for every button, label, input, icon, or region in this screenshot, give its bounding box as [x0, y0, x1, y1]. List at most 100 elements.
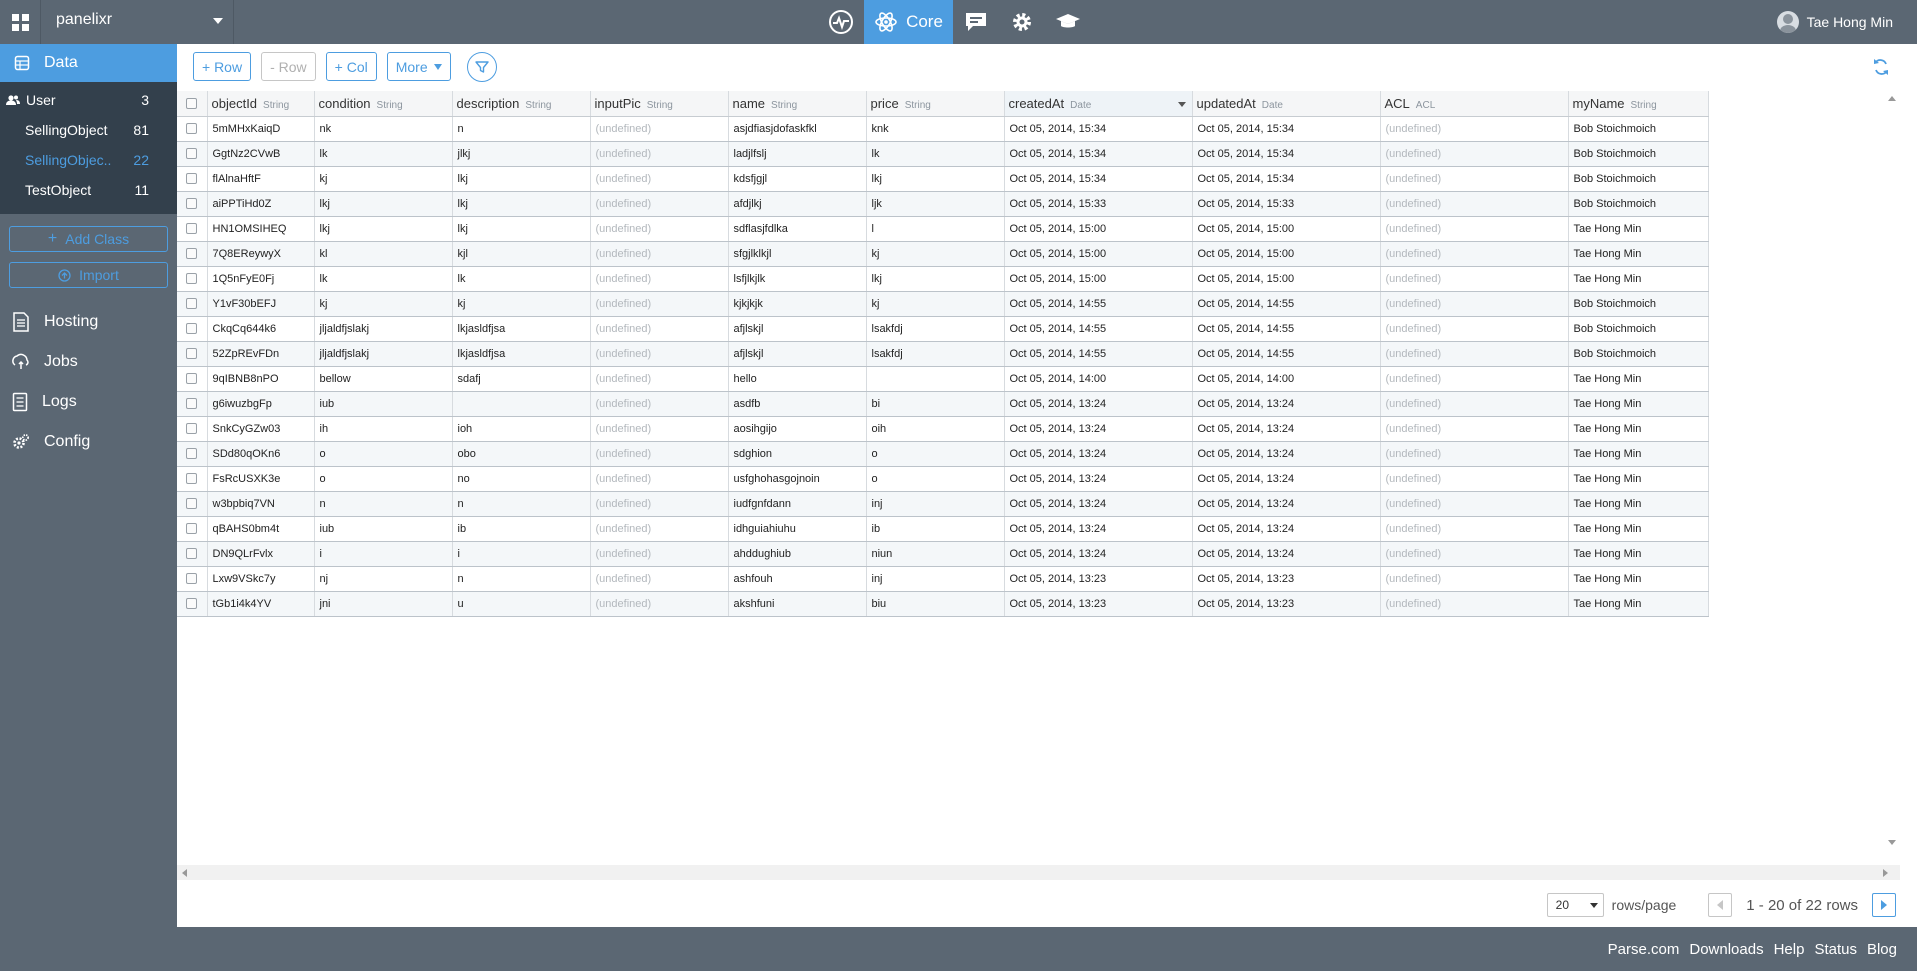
select-all-checkbox[interactable]: [186, 97, 198, 109]
cell-name[interactable]: ashfouh: [728, 566, 867, 592]
cell-description[interactable]: n: [452, 116, 591, 142]
sidebar-item-hosting[interactable]: Hosting: [0, 302, 177, 342]
cell-myname[interactable]: Tae Hong Min: [1568, 391, 1709, 417]
row-checkbox[interactable]: [186, 448, 198, 460]
footer-link-parse[interactable]: Parse.com: [1608, 941, 1680, 958]
cell-condition[interactable]: kj: [314, 166, 453, 192]
cell-condition[interactable]: iub: [314, 391, 453, 417]
cell-createdat[interactable]: Oct 05, 2014, 15:33: [1004, 191, 1193, 217]
table-row[interactable]: 5mMHxKaiqD nk n (undefined) asjdfiasjdofaskf…: [177, 116, 1709, 142]
cell-price[interactable]: biu: [866, 591, 1005, 617]
footer-link-blog[interactable]: Blog: [1867, 941, 1897, 958]
cell-inputpic[interactable]: (undefined): [590, 466, 729, 492]
cell-createdat[interactable]: Oct 05, 2014, 13:24: [1004, 466, 1193, 492]
cell-updatedat[interactable]: Oct 05, 2014, 13:23: [1192, 591, 1381, 617]
cell-acl[interactable]: (undefined): [1380, 366, 1569, 392]
cell-createdat[interactable]: Oct 05, 2014, 15:34: [1004, 141, 1193, 167]
import-button[interactable]: Import: [9, 262, 168, 288]
cell-updatedat[interactable]: Oct 05, 2014, 13:24: [1192, 541, 1381, 567]
cell-price[interactable]: niun: [866, 541, 1005, 567]
cell-createdat[interactable]: Oct 05, 2014, 15:00: [1004, 216, 1193, 242]
cell-name[interactable]: kjkjkjk: [728, 291, 867, 317]
cell-price[interactable]: oih: [866, 416, 1005, 442]
cell-price[interactable]: [866, 366, 1005, 392]
table-row[interactable]: 9qIBNB8nPO bellow sdafj (undefined) hello Oct…: [177, 366, 1709, 392]
cell-objectid[interactable]: SDd80qOKn6: [207, 441, 315, 467]
cell-inputpic[interactable]: (undefined): [590, 116, 729, 142]
cell-name[interactable]: sfgjlklkjl: [728, 241, 867, 267]
table-row[interactable]: 7Q8EReywyX kl kjl (undefined) sfgjlklkjl kj Oc…: [177, 241, 1709, 267]
cell-objectid[interactable]: g6iwuzbgFp: [207, 391, 315, 417]
cell-acl[interactable]: (undefined): [1380, 141, 1569, 167]
cell-objectid[interactable]: SnkCyGZw03: [207, 416, 315, 442]
cell-name[interactable]: usfghohasgojnoin: [728, 466, 867, 492]
row-checkbox[interactable]: [186, 148, 198, 160]
cell-condition[interactable]: nj: [314, 566, 453, 592]
cell-description[interactable]: lkjasldfjsa: [452, 316, 591, 342]
cell-acl[interactable]: (undefined): [1380, 241, 1569, 267]
cell-price[interactable]: lsakfdj: [866, 341, 1005, 367]
cell-acl[interactable]: (undefined): [1380, 441, 1569, 467]
cell-myname[interactable]: Tae Hong Min: [1568, 466, 1709, 492]
column-header-inputpic[interactable]: inputPic String: [590, 91, 729, 117]
row-checkbox[interactable]: [186, 323, 198, 335]
cell-description[interactable]: lk: [452, 266, 591, 292]
cell-description[interactable]: [452, 391, 591, 417]
cell-description[interactable]: lkj: [452, 216, 591, 242]
row-checkbox[interactable]: [186, 248, 198, 260]
table-row[interactable]: tGb1i4k4YV jni u (undefined) akshfuni biu Oct …: [177, 591, 1709, 617]
cell-description[interactable]: n: [452, 491, 591, 517]
cell-createdat[interactable]: Oct 05, 2014, 13:24: [1004, 516, 1193, 542]
next-page-button[interactable]: [1872, 893, 1896, 917]
cell-price[interactable]: ljk: [866, 191, 1005, 217]
cell-name[interactable]: akshfuni: [728, 591, 867, 617]
table-row[interactable]: SnkCyGZw03 ih ioh (undefined) aosihgijo oih Oc…: [177, 416, 1709, 442]
cell-myname[interactable]: Bob Stoichmoich: [1568, 191, 1709, 217]
cell-name[interactable]: kdsfjgjl: [728, 166, 867, 192]
cell-name[interactable]: idhguiahiuhu: [728, 516, 867, 542]
cell-price[interactable]: inj: [866, 491, 1005, 517]
cell-createdat[interactable]: Oct 05, 2014, 13:24: [1004, 391, 1193, 417]
cell-updatedat[interactable]: Oct 05, 2014, 13:24: [1192, 466, 1381, 492]
row-checkbox[interactable]: [186, 273, 198, 285]
cell-acl[interactable]: (undefined): [1380, 541, 1569, 567]
cell-myname[interactable]: Bob Stoichmoich: [1568, 166, 1709, 192]
row-checkbox[interactable]: [186, 548, 198, 560]
column-header-acl[interactable]: ACL ACL: [1380, 91, 1569, 117]
table-row[interactable]: CkqCq644k6 jljaldfjslakj lkjasldfjsa (undef…: [177, 316, 1709, 342]
cell-price[interactable]: o: [866, 441, 1005, 467]
vertical-scrollbar[interactable]: [1883, 91, 1900, 865]
column-header-myname[interactable]: myName String: [1568, 91, 1709, 117]
column-header-createdat[interactable]: createdAt Date: [1004, 91, 1193, 117]
table-row[interactable]: 1Q5nFyE0Fj lk lk (undefined) lsfjlkjlk lkj Oct…: [177, 266, 1709, 292]
cell-condition[interactable]: iub: [314, 516, 453, 542]
cell-description[interactable]: i: [452, 541, 591, 567]
cell-condition[interactable]: o: [314, 466, 453, 492]
remove-row-button[interactable]: - Row: [261, 52, 316, 81]
table-row[interactable]: FsRcUSXK3e o no (undefined) usfghohasgojnoin…: [177, 466, 1709, 492]
cell-updatedat[interactable]: Oct 05, 2014, 13:23: [1192, 566, 1381, 592]
row-checkbox[interactable]: [186, 398, 198, 410]
cell-myname[interactable]: Bob Stoichmoich: [1568, 141, 1709, 167]
cell-description[interactable]: obo: [452, 441, 591, 467]
cell-price[interactable]: o: [866, 466, 1005, 492]
cell-price[interactable]: kj: [866, 241, 1005, 267]
cell-description[interactable]: lkj: [452, 191, 591, 217]
row-checkbox[interactable]: [186, 498, 198, 510]
row-checkbox[interactable]: [186, 573, 198, 585]
cell-condition[interactable]: bellow: [314, 366, 453, 392]
cell-objectid[interactable]: 9qIBNB8nPO: [207, 366, 315, 392]
cell-objectid[interactable]: tGb1i4k4YV: [207, 591, 315, 617]
table-row[interactable]: 52ZpREvFDn jljaldfjslakj lkjasldfjsa (undef…: [177, 341, 1709, 367]
cell-inputpic[interactable]: (undefined): [590, 366, 729, 392]
table-row[interactable]: aiPPTiHd0Z lkj lkj (undefined) afdjlkj ljk Oct…: [177, 191, 1709, 217]
cell-createdat[interactable]: Oct 05, 2014, 15:00: [1004, 266, 1193, 292]
cell-updatedat[interactable]: Oct 05, 2014, 13:24: [1192, 491, 1381, 517]
cell-updatedat[interactable]: Oct 05, 2014, 14:55: [1192, 316, 1381, 342]
row-checkbox[interactable]: [186, 123, 198, 135]
row-checkbox[interactable]: [186, 373, 198, 385]
cell-objectid[interactable]: aiPPTiHd0Z: [207, 191, 315, 217]
column-header-objectid[interactable]: objectId String: [207, 91, 315, 117]
cell-acl[interactable]: (undefined): [1380, 291, 1569, 317]
cell-name[interactable]: asjdfiasjdofaskfkl: [728, 116, 867, 142]
